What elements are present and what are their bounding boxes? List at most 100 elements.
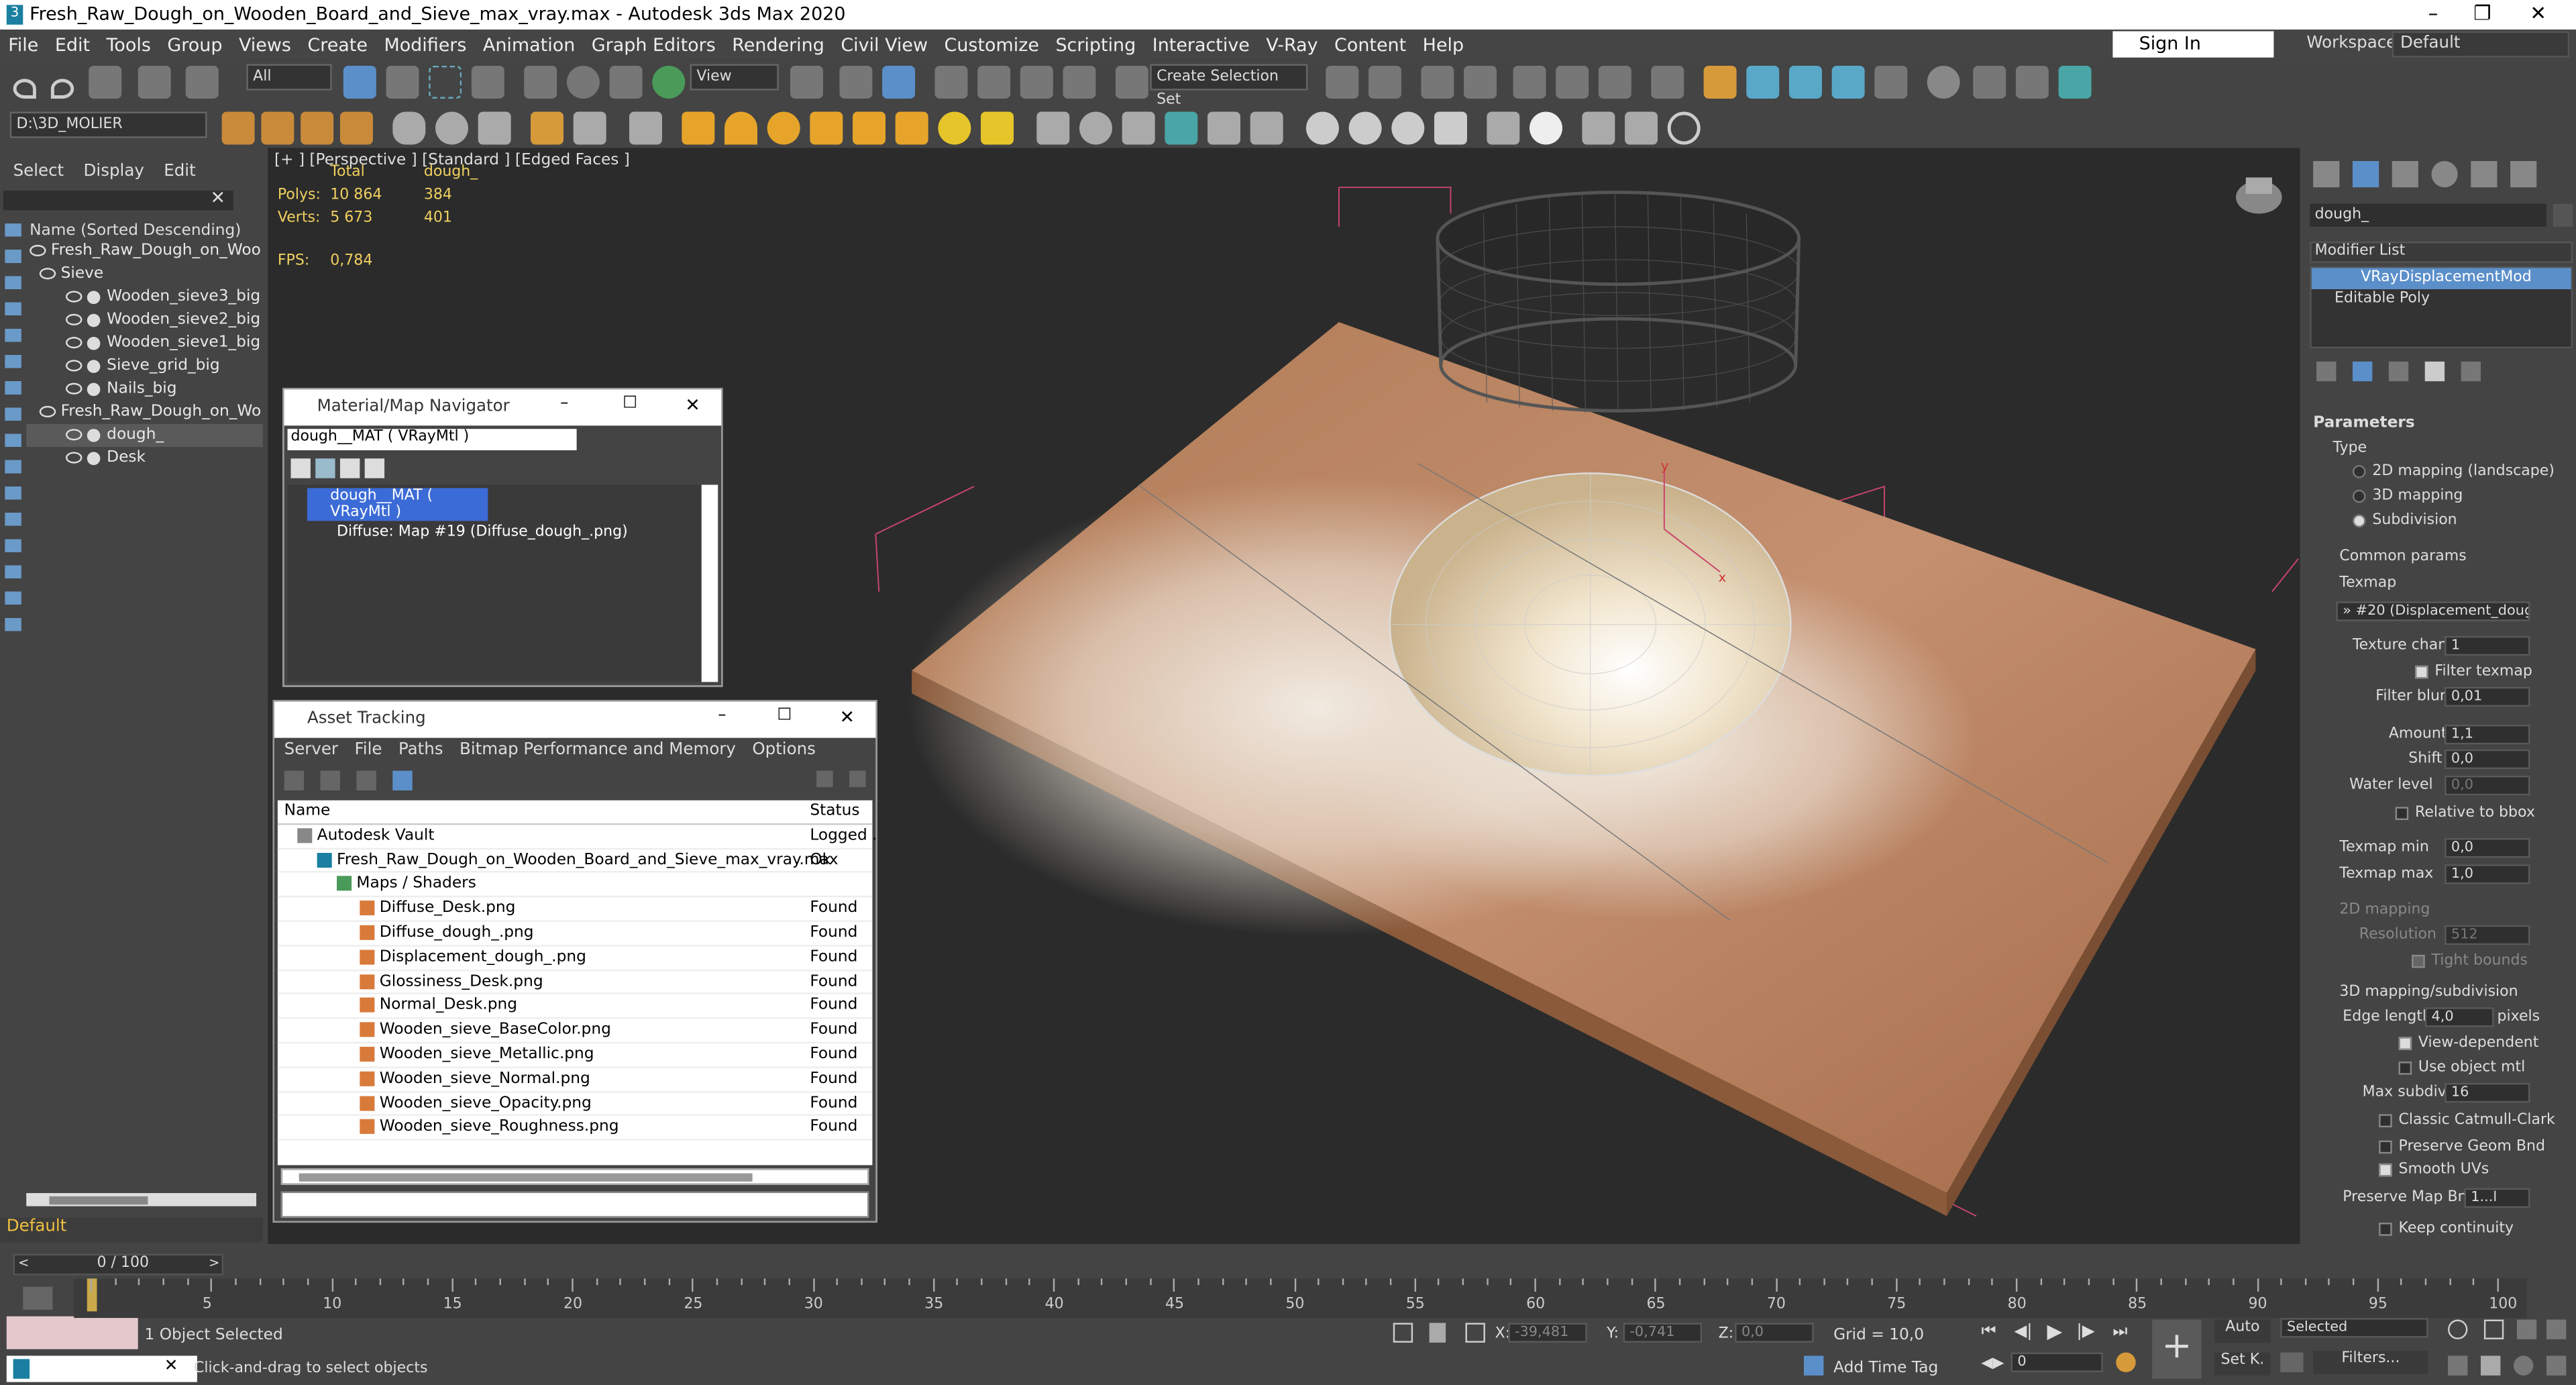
asset-row[interactable]: Wooden_sieve_Opacity.png Found [277,1092,873,1117]
col-status[interactable]: Status [810,801,859,825]
layer-select-icon[interactable] [339,111,373,145]
col-name[interactable]: Name [278,802,331,820]
eye-icon[interactable] [39,405,56,418]
material-ball-icon[interactable] [1305,111,1339,145]
angle-snap-icon[interactable] [977,65,1011,99]
material-convert-icon[interactable] [1434,111,1467,145]
lock-icon[interactable] [1429,1323,1446,1343]
ribbon-icon[interactable] [1513,65,1546,99]
vray-vfb-icon[interactable] [2058,65,2092,99]
eye-icon[interactable] [30,244,46,257]
move-icon[interactable] [524,65,557,99]
keep-continuity-checkbox[interactable] [2379,1223,2392,1236]
object-color-swatch[interactable] [2553,203,2573,227]
asset-row[interactable]: Diffuse_dough_.png Found [277,922,873,947]
menu-scripting[interactable]: Scripting [1047,34,1144,55]
eye-icon[interactable] [65,452,83,464]
close-button[interactable]: ✕ [2514,1,2563,28]
tree-item-sieve3[interactable]: Wooden_sieve3_big [26,286,263,309]
material-tree-scrollbar[interactable] [701,484,718,682]
abs-mode-icon[interactable] [1465,1323,1485,1343]
material-editor-icon[interactable] [1651,65,1684,99]
tree-item-desk[interactable]: Desk [26,447,263,470]
radio-2d[interactable] [2352,465,2366,478]
asset-row[interactable]: Displacement_dough_.png Found [277,946,873,971]
list-icons-icon[interactable] [315,458,335,478]
asset-path-field[interactable] [280,1191,869,1218]
menu-modifiers[interactable]: Modifiers [376,34,474,55]
layer-dropdown[interactable]: Default [0,1217,263,1243]
relative-bbox-checkbox[interactable] [2395,807,2409,821]
vray-logo-icon[interactable] [1529,111,1562,145]
modifier-vraydisplacement[interactable]: VRayDisplacementMod [2311,268,2571,290]
prev-key-icon[interactable]: ◀| [2014,1323,2032,1341]
sign-in-dropdown[interactable]: Sign In [2112,31,2274,58]
x-coord-field[interactable]: -39,481 [1508,1323,1587,1343]
close-icon[interactable]: ✕ [164,1357,178,1376]
menu-help[interactable]: Help [1414,34,1472,55]
render-setup-icon[interactable] [1703,65,1737,99]
material-tree-root[interactable]: dough__MAT ( VRayMtl ) [307,488,488,521]
layer-explorer-icon[interactable] [1464,65,1497,99]
select-object-icon[interactable] [343,65,376,99]
timeline-ruler[interactable]: 5 10 15 20 25 30 35 40 45 50 55 60 65 70 75 80 85 90 95 100 [74,1278,2527,1319]
eye-icon[interactable] [65,313,83,325]
maximize-button[interactable]: ❐ [2458,1,2507,28]
max-subdivs-spinner[interactable]: 16 [2445,1082,2530,1103]
sun-icon[interactable] [938,111,971,145]
align-icon[interactable] [1368,65,1401,99]
zoom-extents-all-icon[interactable] [2546,1319,2567,1339]
asset-row[interactable]: Wooden_sieve_Roughness.png Found [277,1117,873,1141]
close-icon[interactable]: ✕ [685,395,700,416]
key-mode-icon[interactable]: ◀▶ [1981,1355,2004,1372]
camera-icon[interactable] [629,111,662,145]
pin-stack-icon[interactable] [2316,361,2337,382]
create-tab-icon[interactable] [2313,161,2340,188]
prev-frame-icon[interactable]: < [18,1255,29,1270]
tree-item-sieve[interactable]: Sieve [26,263,263,286]
layer-add-icon[interactable] [301,111,334,145]
configure-sets-icon[interactable] [2461,361,2481,382]
play-icon[interactable]: ▶ [2047,1320,2062,1343]
light-plane-icon[interactable] [682,111,715,145]
snap-3d-icon[interactable] [934,65,968,99]
tree-item-sieve-grid[interactable]: Sieve_grid_big [26,355,263,378]
render-iterative-icon[interactable] [1831,65,1865,99]
explorer-column-header[interactable]: Name (Sorted Descending) [30,222,241,240]
z-coord-field[interactable]: 0,0 [1735,1323,1814,1343]
maximize-viewport-icon[interactable] [2546,1355,2567,1376]
eye-icon[interactable] [39,268,56,280]
torus-icon[interactable] [435,111,468,145]
layer-manager-icon[interactable] [221,111,255,145]
texture-chan-spinner[interactable]: 1 [2445,635,2530,656]
time-config-icon[interactable] [2116,1352,2136,1372]
fov-icon[interactable] [2448,1355,2468,1376]
view-dependent-checkbox[interactable] [2398,1037,2412,1050]
percent-snap-icon[interactable] [1020,65,1053,99]
zoom-all-icon[interactable] [2483,1319,2504,1339]
asset-menu-file[interactable]: File [354,741,382,759]
asset-menu-bitmap[interactable]: Bitmap Performance and Memory [460,741,736,759]
explorer-tab-select[interactable]: Select [13,162,64,181]
unlink-icon[interactable] [137,65,170,99]
select-by-name-icon[interactable] [386,65,419,99]
asset-menu-server[interactable]: Server [284,741,338,759]
min-icon[interactable]: – [718,707,726,725]
bind-spacewarp-icon[interactable] [185,65,219,99]
isolate-icon[interactable] [1393,1323,1413,1343]
menu-tools[interactable]: Tools [98,34,159,55]
vray-bitmap-icon[interactable] [1487,111,1520,145]
close-icon[interactable]: ✕ [839,707,855,728]
texmap-button[interactable]: » #20 (Displacement_dough_.p [2336,601,2530,621]
pivot-icon[interactable] [790,65,823,99]
help-icon[interactable] [816,770,833,788]
current-frame-field[interactable]: 0 [2010,1352,2103,1372]
water-level-spinner[interactable]: 0,0 [2445,775,2530,796]
goto-end-icon[interactable]: ⏭ [2112,1323,2127,1341]
radio-subdivision[interactable] [2352,514,2366,528]
vray-frame-buffer-icon[interactable] [1927,65,1960,99]
edit-named-sets-icon[interactable] [1115,65,1148,99]
menu-views[interactable]: Views [231,34,299,55]
undo-icon[interactable] [13,79,36,99]
display-tab-icon[interactable] [2471,161,2498,188]
